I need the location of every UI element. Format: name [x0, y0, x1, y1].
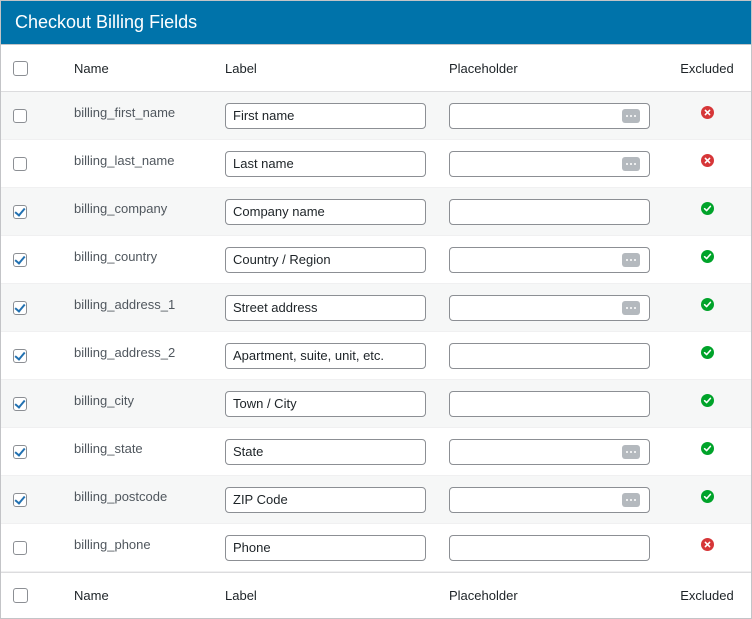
label-input[interactable] — [225, 246, 426, 273]
column-header-placeholder: Placeholder — [449, 60, 518, 76]
row-checkbox[interactable] — [13, 396, 27, 411]
row-checkbox[interactable] — [13, 444, 27, 459]
check-circle-icon — [700, 394, 714, 407]
row-checkbox[interactable] — [13, 348, 27, 363]
ellipsis-icon[interactable] — [622, 252, 640, 267]
field-name: billing_city — [74, 393, 134, 408]
table-row: billing_address_2 — [1, 332, 751, 380]
column-footer-name: Name — [74, 588, 109, 603]
label-input[interactable] — [225, 486, 426, 513]
excluded-status — [671, 92, 743, 139]
field-name: billing_postcode — [74, 489, 168, 504]
ellipsis-icon[interactable] — [622, 300, 640, 315]
table-row: billing_country — [1, 236, 751, 284]
row-checkbox[interactable] — [13, 156, 27, 171]
check-circle-icon — [700, 298, 714, 311]
field-name: billing_first_name — [74, 105, 176, 120]
placeholder-input[interactable] — [449, 198, 650, 225]
check-circle-icon — [700, 442, 714, 455]
row-checkbox[interactable] — [13, 492, 27, 507]
excluded-status — [671, 524, 743, 571]
placeholder-input[interactable] — [449, 342, 650, 369]
column-header-label: Label — [225, 60, 257, 76]
excluded-status — [671, 284, 743, 331]
x-circle-icon — [700, 106, 714, 119]
label-input[interactable] — [225, 438, 426, 465]
column-header-excluded: Excluded — [680, 60, 734, 76]
field-name: billing_company — [74, 201, 168, 216]
table-row: billing_last_name — [1, 140, 751, 188]
check-circle-icon — [700, 490, 714, 503]
placeholder-input[interactable] — [449, 390, 650, 417]
table-row: billing_postcode — [1, 476, 751, 524]
placeholder-input[interactable] — [449, 246, 650, 273]
table-body: billing_first_name billing_last_name — [1, 92, 751, 572]
select-all-checkbox[interactable] — [13, 60, 28, 76]
excluded-status — [671, 332, 743, 379]
select-all-checkbox-footer[interactable] — [13, 588, 28, 603]
table-header: Name Label Placeholder Excluded — [1, 45, 751, 92]
field-name: billing_last_name — [74, 153, 175, 168]
placeholder-input[interactable] — [449, 438, 650, 465]
table-row: billing_first_name — [1, 92, 751, 140]
table-row: billing_company — [1, 188, 751, 236]
label-input[interactable] — [225, 198, 426, 225]
placeholder-input[interactable] — [449, 150, 650, 177]
check-circle-icon — [700, 202, 714, 215]
field-name: billing_address_1 — [74, 297, 176, 312]
ellipsis-icon[interactable] — [622, 444, 640, 459]
column-header-name: Name — [74, 60, 109, 76]
panel-title: Checkout Billing Fields — [1, 1, 751, 45]
x-circle-icon — [700, 154, 714, 167]
ellipsis-icon[interactable] — [622, 156, 640, 171]
excluded-status — [671, 380, 743, 427]
row-checkbox[interactable] — [13, 300, 27, 315]
table-row: billing_phone — [1, 524, 751, 572]
table-row: billing_state — [1, 428, 751, 476]
placeholder-input[interactable] — [449, 534, 650, 561]
table-footer: Name Label Placeholder Excluded — [1, 572, 751, 618]
field-name: billing_country — [74, 249, 158, 264]
row-checkbox[interactable] — [13, 540, 27, 555]
excluded-status — [671, 236, 743, 283]
check-circle-icon — [700, 250, 714, 263]
x-circle-icon — [700, 538, 714, 551]
column-footer-placeholder: Placeholder — [449, 588, 518, 603]
table-row: billing_city — [1, 380, 751, 428]
placeholder-input[interactable] — [449, 486, 650, 513]
label-input[interactable] — [225, 534, 426, 561]
row-checkbox[interactable] — [13, 252, 27, 267]
excluded-status — [671, 140, 743, 187]
excluded-status — [671, 476, 743, 523]
column-footer-excluded: Excluded — [680, 588, 734, 603]
ellipsis-icon[interactable] — [622, 492, 640, 507]
check-circle-icon — [700, 346, 714, 359]
row-checkbox[interactable] — [13, 204, 27, 219]
table-row: billing_address_1 — [1, 284, 751, 332]
ellipsis-icon[interactable] — [622, 108, 640, 123]
label-input[interactable] — [225, 150, 426, 177]
label-input[interactable] — [225, 102, 426, 129]
column-footer-label: Label — [225, 588, 257, 603]
field-name: billing_address_2 — [74, 345, 176, 360]
placeholder-input[interactable] — [449, 102, 650, 129]
excluded-status — [671, 188, 743, 235]
billing-fields-panel: Checkout Billing Fields Name Label Place… — [0, 0, 752, 619]
excluded-status — [671, 428, 743, 475]
field-name: billing_phone — [74, 537, 151, 552]
row-checkbox[interactable] — [13, 108, 27, 123]
label-input[interactable] — [225, 294, 426, 321]
label-input[interactable] — [225, 342, 426, 369]
label-input[interactable] — [225, 390, 426, 417]
field-name: billing_state — [74, 441, 143, 456]
placeholder-input[interactable] — [449, 294, 650, 321]
